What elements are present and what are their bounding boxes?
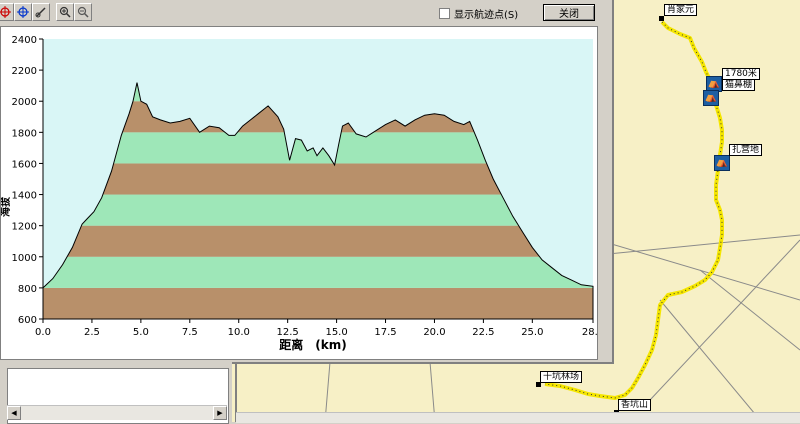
x-tick-label: 20.0 (423, 327, 445, 338)
y-tick-label: 800 (18, 284, 37, 295)
camp-icon: ⛺ (714, 155, 730, 171)
show-waypoints-label: 显示航迹点(S) (454, 10, 519, 21)
elevation-band (43, 225, 593, 257)
y-tick-label: 2400 (12, 35, 37, 46)
x-tick-label: 2.5 (84, 327, 100, 338)
y-tick-label: 1000 (12, 253, 37, 264)
target-crosshair-icon[interactable] (14, 3, 32, 21)
close-button[interactable]: 关闭 (543, 4, 595, 21)
x-tick-label: 17.5 (374, 327, 396, 338)
zoom-out-icon[interactable] (74, 3, 92, 21)
x-axis: 0.0 2.5 5.0 7.5 10.0 12.5 15.0 17.5 20.0 22.5 25.0… (35, 319, 597, 338)
x-tick-label: 22.5 (472, 327, 494, 338)
checkbox-box[interactable] (439, 8, 450, 19)
x-tick-label: 15.0 (325, 327, 347, 338)
measure-pen-icon[interactable] (32, 3, 50, 21)
map-label-xiangkengshan: 香坑山 (618, 399, 652, 411)
camp-icon: ⛺ (703, 90, 719, 106)
map-horizontal-scrollbar[interactable] (236, 412, 800, 423)
pan-crosshair-icon[interactable] (0, 3, 14, 21)
x-tick-label: 5.0 (133, 327, 149, 338)
waypoint-marker (659, 16, 664, 21)
x-tick-label: 25.0 (521, 327, 543, 338)
y-tick-label: 2200 (12, 66, 37, 77)
y-axis-label: 海拔 (1, 196, 12, 217)
zoom-in-icon[interactable] (56, 3, 74, 21)
y-axis: 600 800 1000 1200 1400 1600 1800 2000 2200 2400 (12, 35, 43, 326)
x-tick-label: 7.5 (182, 327, 198, 338)
y-tick-label: 1400 (12, 191, 37, 202)
x-tick-label: 12.5 (277, 327, 299, 338)
x-tick-label: 0.0 (35, 327, 51, 338)
scroll-left-arrow-icon[interactable]: ◀ (7, 406, 21, 420)
x-tick-label: 28.1 (582, 327, 597, 338)
map-label-zhayingdi: 扎营地 (729, 144, 763, 156)
show-waypoints-checkbox[interactable]: 显示航迹点(S) (439, 6, 518, 21)
x-tick-label: 10.0 (228, 327, 250, 338)
y-tick-label: 1200 (12, 222, 37, 233)
map-label-maobipeng: 猫鼻棚 (722, 79, 756, 91)
map-label-xiaojiayuan: 肖家元 (664, 4, 698, 16)
track-list-horizontal-scrollbar[interactable]: ◀ ▶ (7, 405, 227, 420)
y-tick-label: 1800 (12, 128, 37, 139)
y-tick-label: 1600 (12, 159, 37, 170)
map-label-shikeng-forest-farm: 十坑林场 (540, 371, 583, 383)
x-axis-label: 距离 (km) (279, 337, 346, 352)
elevation-profile-dialog: 显示航迹点(S) 关闭 600 800 1000 1200 1400 1600 1800 20… (0, 0, 614, 364)
elevation-band (43, 287, 593, 319)
y-tick-label: 2000 (12, 97, 37, 108)
elevation-chart: 600 800 1000 1200 1400 1600 1800 2000 2200 2400 0… (1, 35, 597, 352)
elevation-band (43, 256, 593, 288)
elevation-chart-frame: 600 800 1000 1200 1400 1600 1800 2000 2200 2400 0… (0, 26, 598, 360)
scroll-right-arrow-icon[interactable]: ▶ (213, 406, 227, 420)
y-tick-label: 600 (18, 315, 37, 326)
